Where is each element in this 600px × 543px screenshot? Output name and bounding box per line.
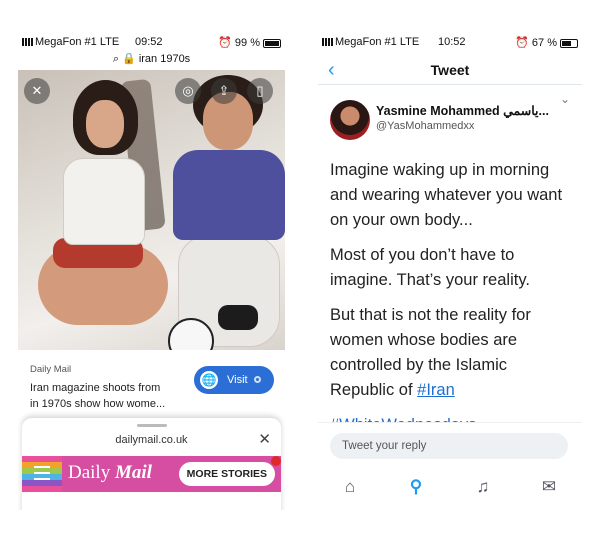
notification-dot bbox=[271, 456, 281, 466]
menu-icon[interactable] bbox=[34, 466, 50, 480]
signal-icon bbox=[322, 38, 333, 47]
user-handle[interactable]: @YasMohammedxx bbox=[376, 120, 474, 132]
bookmark-icon[interactable]: ▯ bbox=[247, 78, 273, 104]
drag-handle[interactable] bbox=[137, 424, 167, 427]
battery-icon bbox=[560, 38, 578, 48]
right-phone-screen: MegaFon #1 LTE 10:52 ⏰ 67 % ‹ Tweet Yasm… bbox=[318, 0, 582, 510]
battery-group: ⏰ 99 % bbox=[218, 36, 281, 49]
url-text: iran 1970s bbox=[138, 53, 191, 65]
clock: 09:52 bbox=[135, 36, 163, 48]
battery-fill bbox=[562, 40, 572, 46]
dailymail-header: Daily Mail MORE STORIES bbox=[22, 456, 281, 492]
logo-light: Daily bbox=[68, 462, 111, 483]
headline-line-1: Iran magazine shoots from bbox=[30, 382, 161, 394]
page-title: Tweet bbox=[430, 62, 470, 78]
avatar[interactable] bbox=[330, 100, 370, 140]
signal-icon bbox=[22, 38, 33, 47]
status-bar: MegaFon #1 LTE 09:52 ⏰ 99 % bbox=[18, 36, 285, 52]
tab-bar: ⌂ ⚲ ♫ ✉ bbox=[318, 475, 582, 503]
globe-icon: 🌐 bbox=[200, 371, 218, 389]
url-bar[interactable]: ⌕ 🔒 iran 1970s bbox=[18, 52, 285, 66]
tweet-paragraph-2: Most of you don’t have to imagine. That’… bbox=[330, 246, 530, 289]
chevron-down-icon[interactable]: ⌄ bbox=[560, 92, 570, 106]
bottom-bar: Tweet your reply ⌂ ⚲ ♫ ✉ bbox=[318, 422, 582, 510]
chevron-icon bbox=[254, 376, 261, 383]
lock-icon: 🔒 bbox=[122, 53, 136, 65]
lens-icon[interactable]: ◎ bbox=[175, 78, 201, 104]
tweet-paragraph-3: But that is not the reality for women wh… bbox=[330, 303, 575, 403]
share-icon[interactable]: ⇪ bbox=[211, 78, 237, 104]
search-result-image[interactable]: ✕ ◎ ⇪ ▯ bbox=[18, 70, 285, 350]
battery-fill bbox=[265, 40, 279, 46]
battery-icon bbox=[263, 38, 281, 48]
tweet-body: Imagine waking up in morning and wearing… bbox=[330, 158, 575, 448]
carrier-group: MegaFon #1 LTE bbox=[322, 36, 419, 48]
battery-label: 67 % bbox=[531, 37, 557, 49]
battery-group: ⏰ 67 % bbox=[515, 36, 578, 49]
visit-button[interactable]: 🌐 Visit bbox=[194, 366, 274, 394]
alarm-icon: ⏰ bbox=[218, 37, 232, 49]
display-name[interactable]: Yasmine Mohammed ياسمي... bbox=[376, 103, 566, 118]
hashtag-link-iran[interactable]: #Iran bbox=[417, 381, 455, 399]
photo-man-shirt bbox=[173, 150, 285, 240]
dailymail-logo[interactable]: Daily Mail bbox=[68, 462, 152, 484]
headline-line-2: in 1970s show how wome... bbox=[30, 398, 166, 410]
left-phone-screen: MegaFon #1 LTE 09:52 ⏰ 99 % ⌕ 🔒 iran 197… bbox=[18, 0, 285, 510]
close-icon[interactable]: ✕ bbox=[24, 78, 50, 104]
photo-woman-top bbox=[63, 158, 145, 245]
home-icon[interactable]: ⌂ bbox=[338, 475, 362, 499]
reply-input[interactable]: Tweet your reply bbox=[330, 433, 568, 459]
preview-sheet: dailymail.co.uk ✕ Daily Mail MORE STORIE… bbox=[22, 418, 281, 510]
result-headline[interactable]: Iran magazine shoots from in 1970s show … bbox=[30, 380, 195, 412]
messages-icon[interactable]: ✉ bbox=[537, 475, 561, 499]
sheet-domain: dailymail.co.uk bbox=[115, 434, 188, 446]
carrier-label: MegaFon #1 LTE bbox=[335, 36, 420, 48]
visit-label: Visit bbox=[227, 374, 248, 386]
status-bar: MegaFon #1 LTE 10:52 ⏰ 67 % bbox=[318, 36, 582, 52]
battery-label: 99 % bbox=[234, 37, 260, 49]
photo-shoe bbox=[218, 305, 258, 330]
nav-bar: ‹ Tweet bbox=[318, 54, 582, 85]
close-icon[interactable]: ✕ bbox=[258, 430, 271, 448]
logo-bold: Mail bbox=[114, 462, 152, 483]
search-icon: ⌕ bbox=[112, 53, 119, 65]
result-source: Daily Mail bbox=[30, 364, 72, 375]
carrier-group: MegaFon #1 LTE bbox=[22, 36, 119, 48]
tweet-paragraph-1: Imagine waking up in morning and wearing… bbox=[330, 161, 563, 229]
alarm-icon: ⏰ bbox=[515, 37, 529, 49]
notifications-icon[interactable]: ♫ bbox=[471, 475, 495, 499]
photo-woman-face bbox=[86, 100, 124, 148]
carrier-label: MegaFon #1 LTE bbox=[35, 36, 120, 48]
search-icon[interactable]: ⚲ bbox=[404, 475, 428, 499]
more-stories-button[interactable]: MORE STORIES bbox=[178, 462, 275, 486]
clock: 10:52 bbox=[438, 36, 466, 48]
